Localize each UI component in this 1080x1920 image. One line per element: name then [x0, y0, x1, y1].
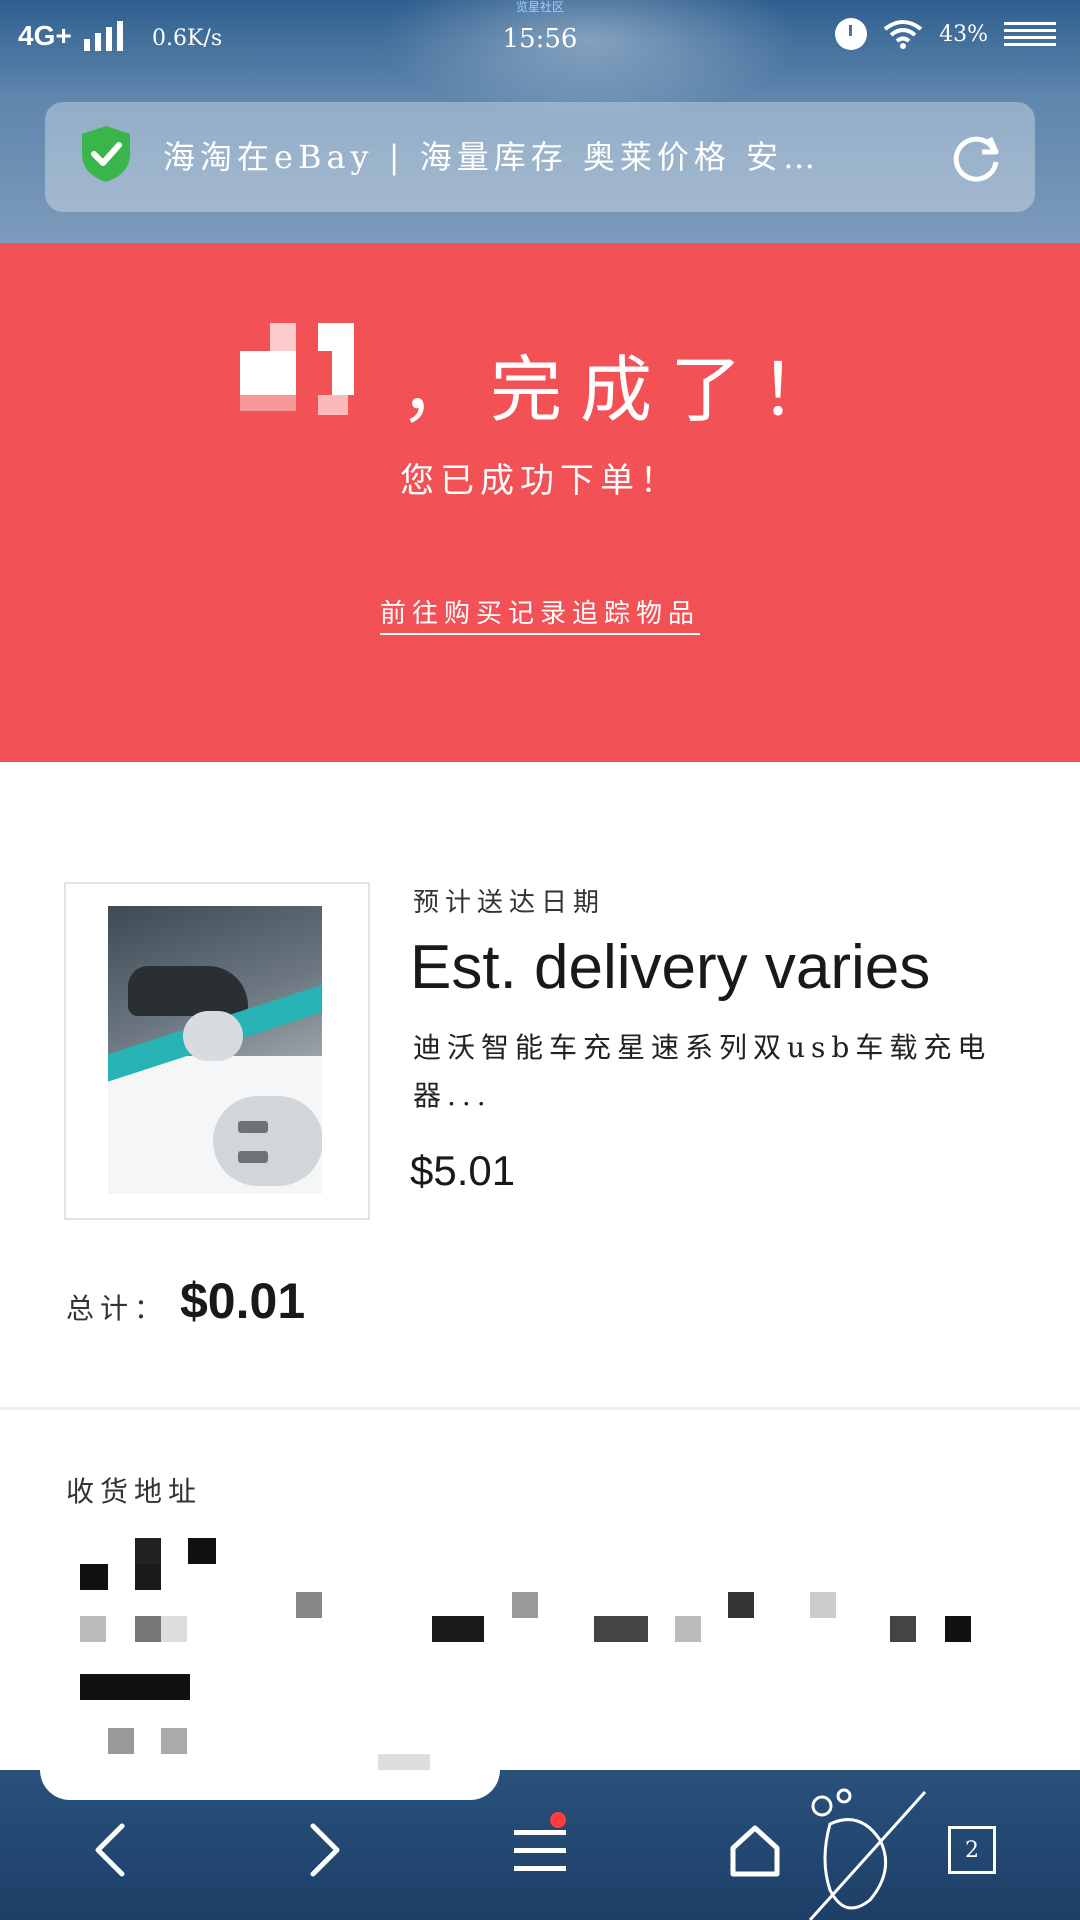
delivery-date-value: Est. delivery varies	[410, 933, 931, 1002]
delivery-date-label: 预计送达日期	[413, 888, 606, 918]
menu-button[interactable]	[500, 1810, 580, 1890]
secure-shield-icon	[80, 124, 132, 188]
battery-icon	[1004, 22, 1056, 46]
footprint-icon[interactable]	[800, 1780, 930, 1920]
charger-small-graphic	[183, 1011, 243, 1061]
browser-header: 览星社区 4G+ 0.6K/s 15:56 43% 海淘在eBay | 海量库存…	[0, 0, 1080, 243]
order-success-text: 您已成功下单！	[400, 461, 680, 501]
status-bar: 览星社区 4G+ 0.6K/s 15:56 43%	[0, 0, 1080, 80]
wifi-icon	[883, 19, 923, 49]
back-arrow-icon	[95, 1823, 125, 1877]
forward-button[interactable]	[285, 1810, 365, 1890]
redacted-username	[240, 323, 380, 433]
tabs-button[interactable]: 2	[932, 1810, 1012, 1890]
status-icons: 43%	[835, 18, 1056, 50]
battery-percent: 43%	[939, 21, 988, 47]
usb-port-graphic	[238, 1151, 268, 1163]
back-button[interactable]	[70, 1810, 150, 1890]
menu-icon	[514, 1830, 566, 1871]
total-value: $0.01	[180, 1273, 306, 1329]
page-title[interactable]: 海淘在eBay | 海量库存 奥莱价格 安…	[163, 132, 953, 178]
forward-arrow-icon	[310, 1823, 340, 1877]
item-price: $5.01	[410, 1147, 516, 1194]
product-image[interactable]	[108, 906, 322, 1194]
order-item-card: 预计送达日期 Est. delivery varies 迪沃智能车充星速系列双u…	[0, 762, 1080, 1407]
shipping-address-section: 收货地址	[0, 1410, 1080, 1770]
reload-icon[interactable]	[950, 130, 1006, 190]
product-title[interactable]: 迪沃智能车充星速系列双usb车载充电器...	[413, 1024, 1013, 1120]
carrier-note: 览星社区	[515, 0, 564, 14]
bottom-navigation: 2	[0, 1770, 1080, 1920]
tabs-count-icon: 2	[948, 1826, 996, 1874]
total-label: 总计：	[66, 1292, 169, 1325]
home-button[interactable]	[715, 1810, 795, 1890]
shipping-address-label: 收货地址	[66, 1475, 203, 1508]
home-icon	[730, 1825, 780, 1877]
alarm-icon	[835, 18, 868, 50]
charger-large-graphic	[213, 1096, 322, 1186]
usb-port-graphic	[238, 1121, 268, 1133]
car-graphic	[128, 966, 248, 1016]
purchase-history-link-row: 前往购买记录追踪物品	[0, 593, 1080, 635]
order-confirmation-banner: ，完成了！ 您已成功下单！ 前往购买记录追踪物品	[0, 243, 1080, 762]
purchase-history-link[interactable]: 前往购买记录追踪物品	[379, 599, 700, 635]
address-bar[interactable]: 海淘在eBay | 海量库存 奥莱价格 安…	[45, 102, 1035, 212]
headline: ，完成了！	[400, 348, 851, 432]
notification-dot	[550, 1812, 566, 1828]
product-image-frame[interactable]	[64, 882, 370, 1220]
